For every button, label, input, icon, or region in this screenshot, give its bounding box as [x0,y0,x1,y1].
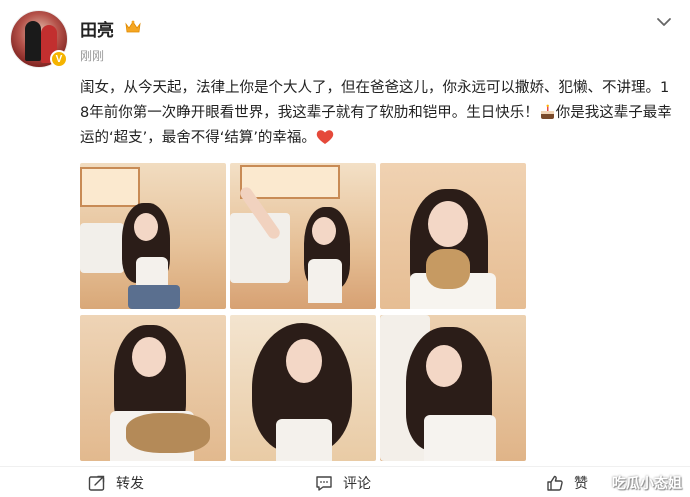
comment-icon [316,476,332,491]
comment-button[interactable]: 评论 [315,473,371,493]
photo-3[interactable] [380,163,526,309]
avatar-figure-left [25,21,41,61]
username[interactable]: 田亮 [80,16,114,41]
repost-button[interactable]: 转发 [88,473,144,493]
repost-label: 转发 [116,476,144,492]
repost-icon [88,475,105,491]
action-bar: 转发 评论 赞 [0,466,690,497]
photo-4[interactable] [80,315,226,461]
photo-grid [80,163,529,461]
like-button[interactable]: 赞 [546,473,588,493]
comment-label: 评论 [343,476,371,492]
crown-icon [125,20,141,33]
photo-1[interactable] [80,163,226,309]
like-label: 赞 [574,476,588,492]
photo-6[interactable] [380,315,526,461]
post-body: 闺女，从今天起，法律上你是个大人了，但在爸爸这儿，你永远可以撒娇、犯懒、不讲理。… [80,76,675,151]
photo-5[interactable] [230,315,376,461]
verified-badge-icon: V [50,50,68,68]
cake-emoji-icon [540,104,554,119]
thumbs-up-icon [547,475,563,491]
photo-2[interactable] [230,163,376,309]
chevron-down-icon[interactable] [656,14,672,30]
watermark: 吃瓜小态姐 [612,476,682,492]
post-header: V 田亮 刚刚 [10,10,680,68]
post-timestamp: 刚刚 [80,49,105,63]
heart-emoji-icon [316,130,334,144]
